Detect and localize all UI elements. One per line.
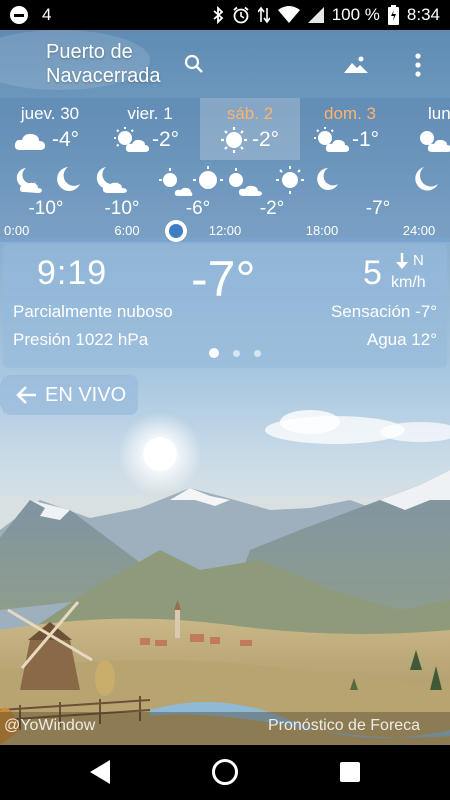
data-transfer-icon (257, 6, 270, 24)
day-label: sáb. 2 (226, 104, 274, 123)
current-conditions-panel[interactable]: 9:19 -7° 5 N km/h Parcialmente nuboso Se… (3, 244, 447, 368)
day-temp: -1° (352, 128, 380, 151)
recent-apps-button[interactable] (340, 762, 360, 782)
hour-temp: -2° (259, 198, 285, 219)
water-temperature: Agua 12° (366, 330, 437, 349)
live-button[interactable]: EN VIVO (0, 375, 138, 415)
time-slider-handle[interactable] (164, 220, 187, 242)
moon-icon (415, 167, 438, 191)
home-button[interactable] (212, 759, 238, 785)
hour-label: 6:00 (114, 223, 140, 238)
sun-cloud-icon (114, 127, 149, 152)
battery-charging-icon (387, 5, 399, 25)
day-label: vier. 1 (127, 104, 173, 123)
moon-cloud-icon (16, 167, 80, 193)
do-not-disturb-icon (10, 6, 28, 24)
day-item-selected[interactable]: sáb. 2 -2° (200, 98, 300, 160)
yowindow-credit-link[interactable]: @YoWindow (4, 717, 95, 735)
more-options-icon[interactable] (408, 52, 428, 78)
forecast-provider-link[interactable]: Pronóstico de Foreca (268, 717, 420, 735)
app-bar: Puerto de Navacerrada (0, 30, 450, 98)
day-temp: -2° (152, 128, 180, 151)
sun-cloud-icon (420, 131, 450, 152)
wind-direction-arrow-icon (396, 253, 408, 269)
status-bar: 4 100 % 8:34 (0, 0, 450, 30)
day-temp: -4° (52, 128, 80, 151)
cell-signal-icon (307, 7, 324, 23)
hour-temp: -6° (185, 198, 211, 219)
notification-count: 4 (42, 5, 52, 24)
hour-temp: -10° (104, 198, 140, 219)
bluetooth-icon (213, 6, 224, 24)
daily-forecast: juev. 30 -4° vier. 1 -2° sáb. 2 -2° dom.… (0, 98, 450, 160)
hour-label: 24:00 (402, 223, 436, 238)
page-dot-active (209, 348, 219, 358)
sun-moon-icon (276, 166, 338, 194)
moon-cloud-icon (96, 167, 127, 193)
time-slider-track[interactable] (0, 238, 450, 242)
feels-like: Sensación -7° (330, 302, 437, 321)
sun-cloud-icon (159, 166, 262, 196)
location-title[interactable]: Puerto de Navacerrada (46, 40, 161, 88)
hour-temp: -7° (365, 198, 391, 219)
landscape-icon[interactable] (343, 55, 369, 75)
day-label: juev. 30 (20, 104, 80, 123)
wind-speed: 5 (363, 254, 382, 292)
page-dot (233, 349, 240, 357)
current-temperature: -7° (191, 251, 256, 307)
current-time: 9:19 (37, 254, 108, 292)
condition-text: Parcialmente nuboso (13, 302, 173, 321)
hour-label: 18:00 (305, 223, 339, 238)
hour-temp: -10° (28, 198, 64, 219)
wind-unit: km/h (391, 274, 426, 291)
partly-cloudy-icon (14, 133, 45, 150)
sun-icon (221, 127, 247, 153)
hour-label: 12:00 (208, 223, 242, 238)
live-button-label: EN VIVO (45, 384, 127, 406)
arrow-left-icon (16, 386, 36, 404)
day-item[interactable]: lun (400, 98, 450, 160)
wind-direction: N (413, 252, 424, 269)
hour-label: 0:00 (4, 223, 30, 238)
day-temp: -2° (252, 128, 280, 151)
page-dot (254, 349, 261, 357)
hourly-forecast[interactable]: -10° -10° -6° -2° -7° 0:00 6:00 12:00 18… (0, 160, 450, 242)
day-item[interactable]: juev. 30 -4° (0, 98, 100, 160)
day-item[interactable]: vier. 1 -2° (100, 98, 200, 160)
day-label: lun (428, 104, 450, 123)
wifi-icon (277, 6, 300, 23)
clock: 8:34 (406, 5, 440, 24)
day-label: dom. 3 (324, 104, 376, 123)
back-icon[interactable] (88, 759, 112, 785)
sun-cloud-icon (314, 127, 349, 152)
page-indicator (209, 348, 261, 358)
pressure: Presión 1022 hPa (13, 330, 149, 349)
system-navigation-bar (0, 745, 450, 800)
search-icon[interactable] (184, 54, 204, 74)
alarm-icon (233, 6, 249, 24)
day-item[interactable]: dom. 3 -1° (300, 98, 400, 160)
battery-percent: 100 % (331, 5, 380, 24)
